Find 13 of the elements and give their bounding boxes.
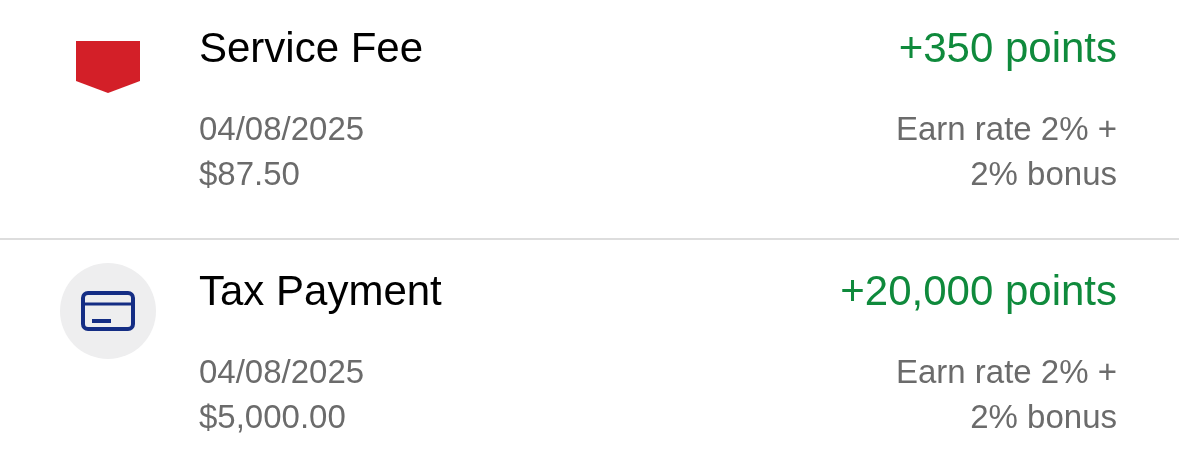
- shield-icon: [76, 41, 140, 95]
- transaction-amount: $87.50: [199, 154, 301, 194]
- bonus-rate: 2% bonus: [970, 397, 1117, 437]
- transaction-amount: $5,000.00: [199, 397, 347, 437]
- earn-rate: Earn rate 2% +: [895, 352, 1117, 392]
- bonus-rate: 2% bonus: [970, 154, 1117, 194]
- transaction-title: Tax Payment: [199, 270, 442, 312]
- transaction-title: Service Fee: [199, 27, 424, 69]
- transaction-date: 04/08/2025: [199, 109, 365, 149]
- points-earned: +20,000 points: [840, 270, 1117, 312]
- points-earned: +350 points: [898, 27, 1117, 69]
- earn-rate: Earn rate 2% +: [895, 109, 1117, 149]
- transaction-date: 04/08/2025: [199, 352, 365, 392]
